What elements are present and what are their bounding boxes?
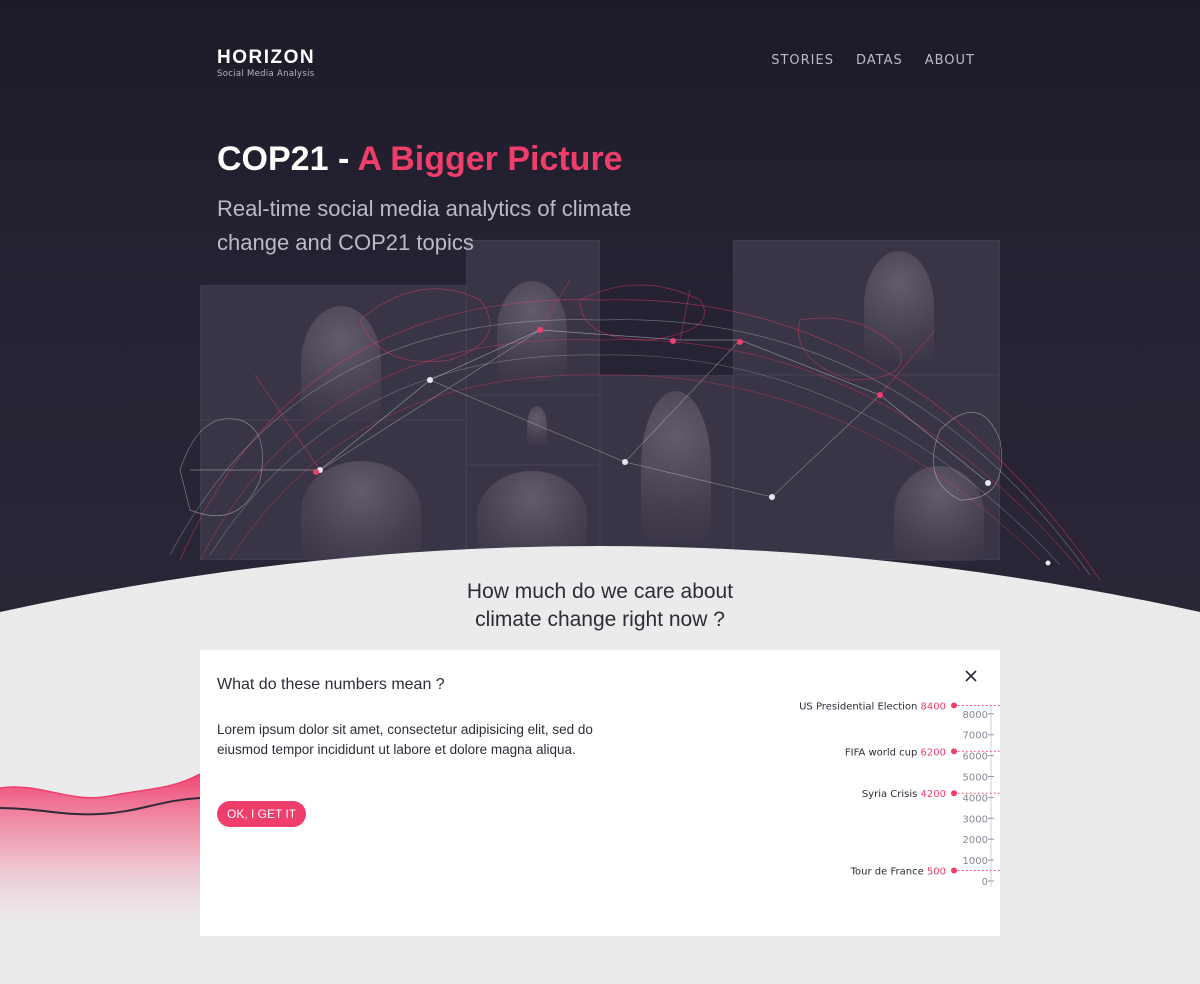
brand-tagline: Social Media Analysis xyxy=(217,69,315,79)
section-question: How much do we care about climate change… xyxy=(400,578,800,634)
brand-logo[interactable]: HORIZON Social Media Analysis xyxy=(217,47,316,80)
close-icon[interactable] xyxy=(963,668,979,684)
question-line-1: How much do we care about xyxy=(466,580,734,603)
panel-title: What do these numbers mean ? xyxy=(217,676,445,693)
info-panel: What do these numbers mean ? Lorem ipsum… xyxy=(200,650,1000,936)
event-value: 6200 xyxy=(921,747,946,758)
nav-item-datas[interactable]: DATAS xyxy=(856,53,903,68)
title-accent: A Bigger Picture xyxy=(357,140,623,178)
brand-name: HORIZON xyxy=(217,47,316,68)
title-main: COP21 - xyxy=(217,140,358,178)
event-label: US Presidential Election 8400 xyxy=(799,701,946,712)
event-label: Syria Crisis 4200 xyxy=(862,789,946,800)
event-name: Syria Crisis xyxy=(862,789,921,800)
scale-tick-label: 8000 xyxy=(963,710,988,721)
main-nav: STORIES DATAS ABOUT xyxy=(771,53,975,68)
event-value: 4200 xyxy=(921,789,946,800)
event-name: Tour de France xyxy=(850,867,927,878)
page-title: COP21 - A Bigger Picture xyxy=(217,140,623,179)
event-name: FIFA world cup xyxy=(845,747,921,758)
nav-item-about[interactable]: ABOUT xyxy=(925,53,975,68)
scale-chart: 8000 7000 6000 5000 4000 3000 2000 1000 0 US Pres… xyxy=(799,701,1000,888)
panel-body: Lorem ipsum dolor sit amet, consectetur … xyxy=(217,722,593,757)
event-label: FIFA world cup 6200 xyxy=(845,747,946,758)
event-point xyxy=(951,748,957,755)
event-point xyxy=(951,790,957,797)
question-line-2: climate change right now ? xyxy=(475,608,725,631)
trend-area-chart xyxy=(0,773,200,940)
scale-tick-label: 6000 xyxy=(963,752,988,763)
event-value: 500 xyxy=(927,867,946,878)
scale-tick-label: 0 xyxy=(982,877,988,888)
scale-tick-label: 2000 xyxy=(963,835,988,846)
scale-tick-label: 7000 xyxy=(963,731,988,742)
event-value: 8400 xyxy=(921,701,946,712)
event-point xyxy=(951,702,957,709)
event-label: Tour de France 500 xyxy=(850,867,946,878)
ok-button[interactable]: OK, I GET IT xyxy=(217,801,307,827)
event-point xyxy=(951,867,957,874)
nav-item-stories[interactable]: STORIES xyxy=(771,53,834,68)
scale-tick-label: 3000 xyxy=(963,814,988,825)
scale-tick-label: 5000 xyxy=(963,773,988,784)
scale-tick-label: 4000 xyxy=(963,793,988,804)
event-name: US Presidential Election xyxy=(799,701,920,712)
page-subtitle: Real-time social media analytics of clim… xyxy=(217,196,632,255)
scale-tick-label: 1000 xyxy=(963,856,988,867)
